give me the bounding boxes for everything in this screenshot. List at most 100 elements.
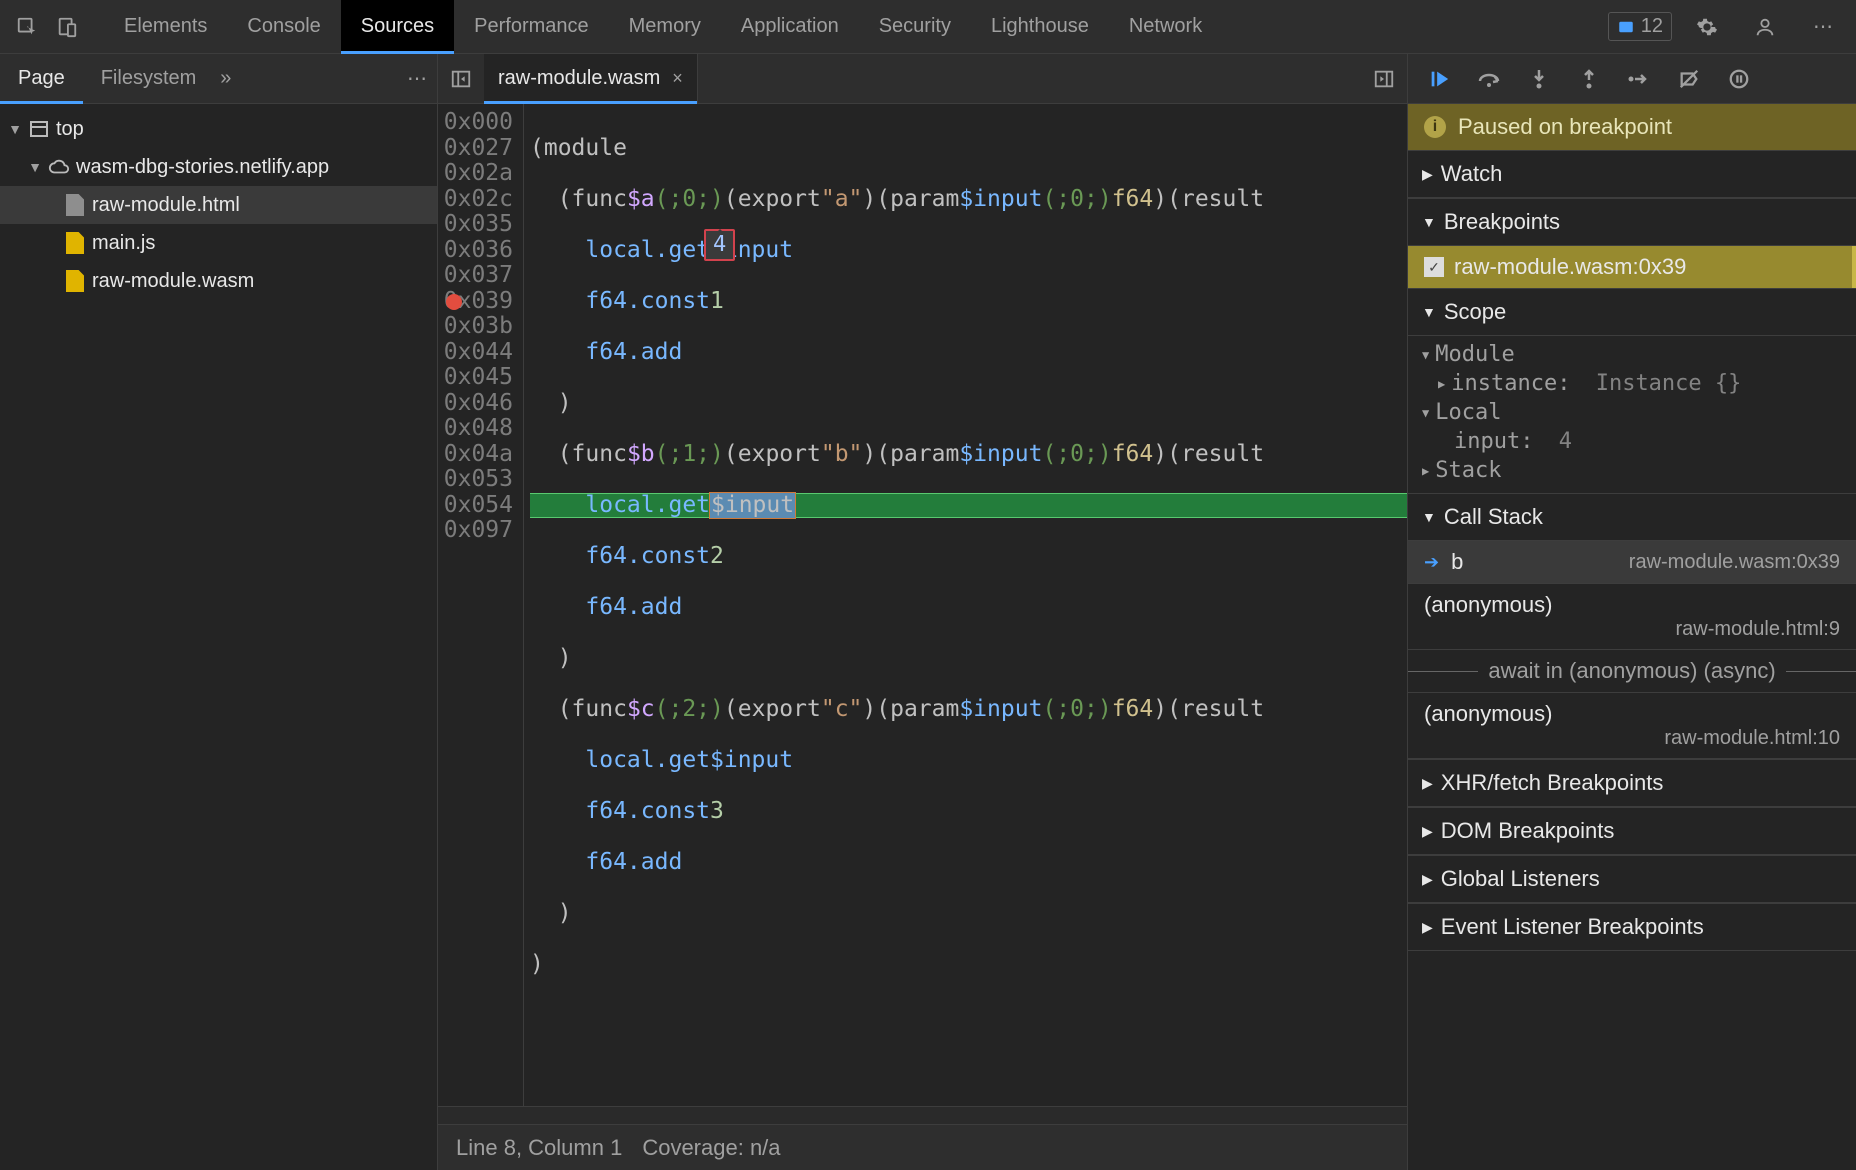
devtools-tabbar: Elements Console Sources Performance Mem… [0,0,1856,54]
callstack-frame[interactable]: (anonymous) raw-module.html:10 [1408,693,1856,759]
code-content[interactable]: (module (func $a (;0;) (export "a") (par… [524,104,1407,1106]
section-dom-breakpoints[interactable]: ▶ DOM Breakpoints [1408,807,1856,855]
gutter-addr[interactable]: 0x027 [438,136,513,162]
expand-icon: ▶ [1422,775,1433,792]
deactivate-breakpoints-icon[interactable] [1676,66,1702,92]
inspect-element-icon[interactable] [10,10,44,44]
step-out-icon[interactable] [1576,66,1602,92]
issues-counter[interactable]: 12 [1608,12,1672,41]
tab-memory[interactable]: Memory [609,0,721,54]
account-icon[interactable] [1748,10,1782,44]
tree-domain[interactable]: ▼ wasm-dbg-stories.netlify.app [0,148,437,186]
debugger-panel: i Paused on breakpoint ▶ Watch ▼ Breakpo… [1408,54,1856,1170]
gutter-addr[interactable]: 0x054 [438,493,513,519]
tab-lighthouse[interactable]: Lighthouse [971,0,1109,54]
gutter-addr[interactable]: 0x053 [438,467,513,493]
tab-performance[interactable]: Performance [454,0,609,54]
tab-network[interactable]: Network [1109,0,1222,54]
section-callstack[interactable]: ▼ Call Stack [1408,493,1856,541]
scope-instance[interactable]: ▶instance: Instance {} [1408,369,1856,398]
section-scope[interactable]: ▼ Scope [1408,288,1856,336]
section-event-breakpoints[interactable]: ▶ Event Listener Breakpoints [1408,903,1856,951]
horizontal-scrollbar[interactable] [438,1106,1407,1124]
tree-file-html[interactable]: raw-module.html [0,186,437,224]
gutter-addr[interactable]: 0x097 [438,518,513,544]
gutter-addr[interactable]: 0x04a [438,442,513,468]
tab-application[interactable]: Application [721,0,859,54]
file-icon [66,194,84,216]
sidebar-tab-page[interactable]: Page [0,54,83,104]
editor-file-tab[interactable]: raw-module.wasm × [484,54,698,104]
callstack-frame[interactable]: ➔ b raw-module.wasm:0x39 [1408,541,1856,584]
resume-icon[interactable] [1426,66,1452,92]
gutter-addr[interactable]: 0x037 [438,263,513,289]
breakpoint-label: raw-module.wasm:0x39 [1454,254,1686,280]
info-icon: i [1424,116,1446,138]
scope-module[interactable]: ▼Module [1408,340,1856,369]
current-frame-icon: ➔ [1424,552,1439,573]
collapse-icon: ▼ [1422,509,1436,525]
more-menu-icon[interactable]: ⋯ [1806,10,1840,44]
tree-file-js[interactable]: main.js [0,224,437,262]
toggle-debugger-icon[interactable] [1361,68,1407,90]
tab-console[interactable]: Console [227,0,340,54]
step-into-icon[interactable] [1526,66,1552,92]
toggle-navigator-icon[interactable] [438,68,484,90]
section-breakpoints[interactable]: ▼ Breakpoints [1408,198,1856,246]
pause-banner: i Paused on breakpoint [1408,104,1856,150]
sidebar-more-icon[interactable]: ⋯ [407,66,427,91]
gutter-addr[interactable]: 0x02a [438,161,513,187]
gutter-addr[interactable]: 0x048 [438,416,513,442]
device-toolbar-icon[interactable] [50,10,84,44]
tree-file-label: main.js [92,232,155,255]
tab-sources[interactable]: Sources [341,0,454,54]
tree-domain-label: wasm-dbg-stories.netlify.app [76,156,329,179]
gutter-addr[interactable]: 0x000 [438,110,513,136]
sidebar-tab-filesystem[interactable]: Filesystem [83,54,215,104]
code-editor[interactable]: 0x000 0x027 0x02a 0x02c 0x035 0x036 0x03… [438,104,1407,1106]
gutter-addr[interactable]: 0x046 [438,391,513,417]
section-global-listeners[interactable]: ▶ Global Listeners [1408,855,1856,903]
tree-root-top[interactable]: ▼ top [0,110,437,148]
debugger-toolbar [1408,54,1856,104]
step-over-icon[interactable] [1476,66,1502,92]
file-tree: ▼ top ▼ wasm-dbg-stories.netlify.app raw… [0,104,437,306]
file-icon [66,232,84,254]
collapse-icon: ▼ [1422,214,1436,230]
line-gutter[interactable]: 0x000 0x027 0x02a 0x02c 0x035 0x036 0x03… [438,104,524,1106]
gutter-addr[interactable]: 0x03b [438,314,513,340]
value-tooltip: 4 [704,229,735,261]
sidebar-tab-overflow-icon[interactable]: » [220,67,231,90]
tab-security[interactable]: Security [859,0,971,54]
gutter-addr[interactable]: 0x02c [438,187,513,213]
settings-gear-icon[interactable] [1690,10,1724,44]
callstack-fn: (anonymous) [1424,592,1552,618]
callstack-loc: raw-module.html:10 [1664,727,1840,750]
scope-local[interactable]: ▼Local [1408,398,1856,427]
scope-var-input[interactable]: input: 4 [1408,427,1856,456]
scope-stack[interactable]: ▶Stack [1408,456,1856,485]
breakpoint-item[interactable]: ✓ raw-module.wasm:0x39 [1408,246,1856,288]
gutter-addr[interactable]: 0x045 [438,365,513,391]
callstack-frame[interactable]: (anonymous) raw-module.html:9 [1408,584,1856,650]
pause-exceptions-icon[interactable] [1726,66,1752,92]
section-watch[interactable]: ▶ Watch [1408,150,1856,198]
gutter-addr[interactable]: 0x044 [438,340,513,366]
tree-file-wasm[interactable]: raw-module.wasm [0,262,437,300]
expand-icon: ▶ [1422,919,1433,936]
callstack-loc: raw-module.html:9 [1675,618,1840,641]
collapse-icon: ▼ [1422,304,1436,320]
step-icon[interactable] [1626,66,1652,92]
close-tab-icon[interactable]: × [672,68,683,89]
gutter-addr[interactable]: 0x036 [438,238,513,264]
breakpoint-checkbox[interactable]: ✓ [1424,257,1444,277]
breakpoint-marker-icon[interactable] [446,294,462,310]
gutter-addr[interactable]: 0x035 [438,212,513,238]
async-boundary: await in (anonymous) (async) [1408,650,1856,693]
editor-statusbar: Line 8, Column 1 Coverage: n/a [438,1124,1407,1170]
gutter-addr[interactable]: 0x039 [438,289,513,315]
section-xhr-breakpoints[interactable]: ▶ XHR/fetch Breakpoints [1408,759,1856,807]
tab-elements[interactable]: Elements [104,0,227,54]
callstack-loc: raw-module.wasm:0x39 [1629,551,1840,574]
cloud-icon [48,156,70,178]
